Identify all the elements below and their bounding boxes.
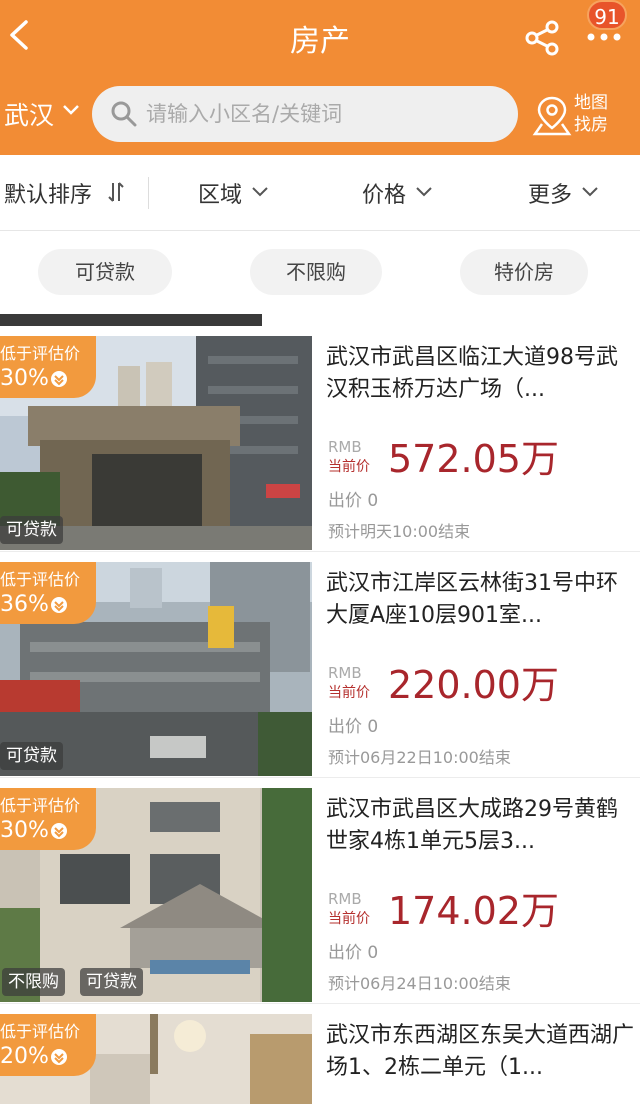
discount-label: 低于评估价 — [0, 796, 81, 815]
map-search-button[interactable]: 地图 找房 — [532, 92, 638, 142]
arrow-down-icon — [51, 823, 67, 839]
chevron-down-icon — [416, 187, 432, 197]
listing-info: 武汉市东西湖区东吴大道西湖广场1、2栋二单元（1... — [326, 1004, 636, 1104]
listing-address: 武汉市武昌区大成路29号黄鹤世家4栋1单元5层3... — [326, 797, 618, 854]
bid-count: 出价 0 — [328, 943, 379, 963]
sort-filter-label: 默认排序 — [4, 183, 93, 208]
area-filter[interactable]: 区域 — [198, 177, 268, 209]
map-search-label: 地图 找房 — [574, 92, 634, 136]
listing-address: 武汉市江岸区云林街31号中环大厦A座10层901室... — [326, 571, 618, 628]
loanable-badge: 可贷款 — [0, 742, 63, 770]
no-purchase-limit-badge: 不限购 — [2, 968, 65, 996]
top-header: 房产 91 武汉 地图 找房 — [0, 0, 640, 155]
listing-address: 武汉市东西湖区东吴大道西湖广场1、2栋二单元（1... — [326, 1023, 635, 1080]
search-icon — [111, 101, 137, 127]
arrow-down-icon — [51, 371, 67, 387]
currency-label: RMB — [328, 438, 362, 456]
loanable-badge: 可贷款 — [80, 968, 143, 996]
listing-price: 220.00万 — [388, 663, 559, 707]
discount-label: 低于评估价 — [0, 344, 81, 363]
search-input[interactable] — [146, 98, 506, 130]
search-bar[interactable] — [92, 86, 518, 142]
discount-value: 36% — [0, 592, 49, 617]
listing-info: 武汉市武昌区大成路29号黄鹤世家4栋1单元5层3... RMB 当前价 174.… — [326, 778, 636, 1004]
notification-badge: 91 — [587, 0, 627, 30]
share-icon[interactable] — [524, 20, 562, 56]
arrow-down-icon — [51, 597, 67, 613]
currency-label: RMB — [328, 664, 362, 682]
discount-label: 低于评估价 — [0, 570, 81, 589]
auction-end-time: 预计明天10:00结束 — [328, 522, 471, 541]
listing-card[interactable]: 低于评估价 30% 不限购 可贷款 武汉市武昌区大成路29号黄鹤世家4栋1单元5… — [0, 778, 640, 1004]
sort-filter[interactable]: 默认排序 — [4, 177, 124, 209]
city-selector[interactable]: 武汉 — [4, 96, 54, 132]
map-label-line2: 找房 — [574, 115, 608, 135]
discount-tag: 低于评估价 20% — [0, 1014, 96, 1076]
chip-no-purchase-limit[interactable]: 不限购 — [250, 249, 382, 295]
discount-value: 20% — [0, 1044, 49, 1069]
current-price-label: 当前价 — [328, 685, 370, 701]
discount-value: 30% — [0, 366, 49, 391]
chevron-down-icon — [63, 105, 79, 115]
chip-special-price[interactable]: 特价房 — [460, 249, 588, 295]
current-price-label: 当前价 — [328, 911, 370, 927]
chevron-down-icon — [582, 187, 598, 197]
listing-card[interactable]: 低于评估价 20% 武汉市东西湖区东吴大道西湖广场1、2栋二单元（1... — [0, 1004, 640, 1104]
discount-tag: 低于评估价 30% — [0, 788, 96, 850]
arrow-down-icon — [51, 1049, 67, 1065]
auction-end-time: 预计06月22日10:00结束 — [328, 748, 511, 767]
currency-label: RMB — [328, 890, 362, 908]
divider — [148, 177, 149, 209]
chip-loanable[interactable]: 可贷款 — [38, 249, 172, 295]
loanable-badge: 可贷款 — [0, 516, 63, 544]
listing-info: 武汉市江岸区云林街31号中环大厦A座10层901室... RMB 当前价 220… — [326, 552, 636, 778]
more-filter[interactable]: 更多 — [528, 177, 598, 209]
current-price-label: 当前价 — [328, 459, 370, 475]
listing-address: 武汉市武昌区临江大道98号武汉积玉桥万达广场（... — [326, 345, 618, 402]
previous-listing-edge — [0, 314, 262, 326]
discount-label: 低于评估价 — [0, 1022, 81, 1041]
listing-card[interactable]: 低于评估价 36% 可贷款 武汉市江岸区云林街31号中环大厦A座10层901室.… — [0, 552, 640, 778]
map-pin-icon — [532, 96, 572, 136]
price-filter-label: 价格 — [362, 183, 407, 208]
map-label-line1: 地图 — [574, 93, 608, 113]
price-filter[interactable]: 价格 — [362, 177, 432, 209]
sort-icon — [108, 182, 124, 202]
more-options-icon[interactable] — [586, 30, 622, 44]
listing-price: 174.02万 — [388, 889, 559, 933]
chevron-down-icon — [252, 187, 268, 197]
quick-filter-chips: 可贷款 不限购 特价房 — [0, 231, 640, 317]
listing-photo: 低于评估价 36% 可贷款 — [0, 562, 312, 776]
area-filter-label: 区域 — [198, 183, 243, 208]
more-filter-label: 更多 — [528, 183, 573, 208]
listing-info: 武汉市武昌区临江大道98号武汉积玉桥万达广场（... RMB 当前价 572.0… — [326, 326, 636, 552]
discount-tag: 低于评估价 36% — [0, 562, 96, 624]
listing-photo: 低于评估价 20% — [0, 1014, 312, 1104]
bid-count: 出价 0 — [328, 491, 379, 511]
discount-tag: 低于评估价 30% — [0, 336, 96, 398]
filter-bar: 默认排序 区域 价格 更多 — [0, 155, 640, 231]
listing-photo: 低于评估价 30% 不限购 可贷款 — [0, 788, 312, 1002]
listing-price: 572.05万 — [388, 437, 559, 481]
auction-end-time: 预计06月24日10:00结束 — [328, 974, 511, 993]
listing-photo: 低于评估价 30% 可贷款 — [0, 336, 312, 550]
discount-value: 30% — [0, 818, 49, 843]
listing-card[interactable]: 低于评估价 30% 可贷款 武汉市武昌区临江大道98号武汉积玉桥万达广场（...… — [0, 326, 640, 552]
bid-count: 出价 0 — [328, 717, 379, 737]
